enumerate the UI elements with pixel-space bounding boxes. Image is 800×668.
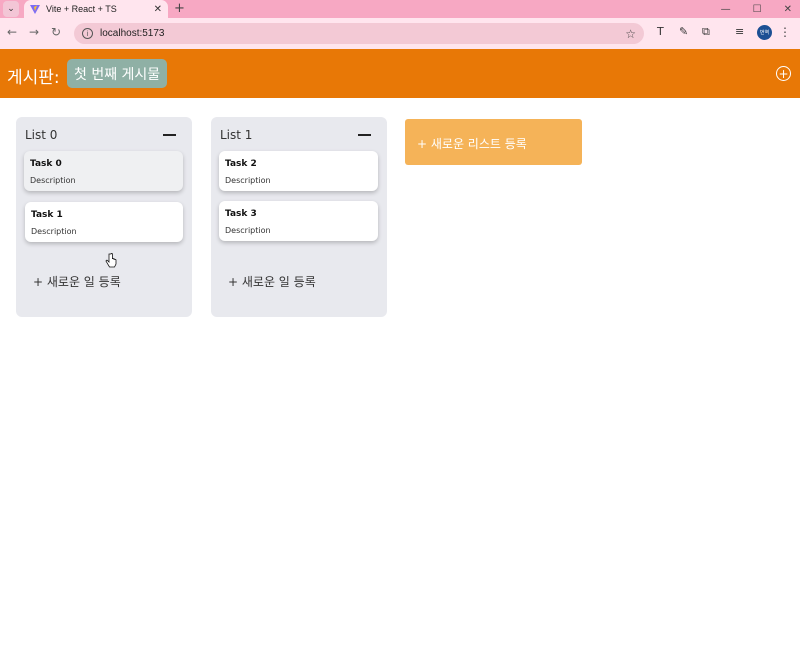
new-tab-button[interactable]: + bbox=[174, 1, 185, 16]
add-list-button[interactable]: + 새로운 리스트 등록 bbox=[405, 119, 582, 165]
task-description: Description bbox=[30, 176, 76, 185]
browser-titlebar: ⌄ Vite + React + TS ✕ + — ☐ ✕ bbox=[0, 0, 800, 18]
task-title: Task 3 bbox=[225, 209, 257, 219]
profile-avatar[interactable]: 번역 bbox=[757, 25, 772, 40]
task-description: Description bbox=[225, 176, 271, 185]
window-close-icon[interactable]: ✕ bbox=[784, 4, 792, 15]
task-card[interactable]: Task 1 Description bbox=[25, 202, 183, 242]
site-info-icon[interactable]: i bbox=[82, 28, 93, 39]
collapse-minus-icon[interactable] bbox=[163, 134, 176, 136]
add-task-button[interactable]: + 새로운 일 등록 bbox=[228, 273, 316, 290]
media-control-icon[interactable]: ≡ bbox=[735, 25, 744, 38]
reload-icon[interactable]: ↻ bbox=[51, 25, 61, 39]
browser-toolbar: ← → ↻ i localhost:5173 ☆ T ✎ ⧉ ≡ 번역 ⋮ bbox=[0, 18, 800, 49]
window-controls: — ☐ ✕ bbox=[721, 0, 792, 18]
bookmark-star-icon[interactable]: ☆ bbox=[625, 27, 636, 41]
list-title: List 0 bbox=[25, 128, 58, 142]
add-board-plus-icon[interactable]: + bbox=[776, 66, 791, 81]
menu-kebab-icon[interactable]: ⋮ bbox=[779, 25, 791, 39]
extensions-puzzle-icon[interactable]: ⧉ bbox=[702, 25, 710, 39]
vite-icon bbox=[30, 5, 40, 14]
address-bar[interactable]: i localhost:5173 ☆ bbox=[74, 23, 644, 44]
task-card[interactable]: Task 3 Description bbox=[219, 201, 378, 241]
hand-cursor-icon bbox=[105, 253, 117, 268]
app-header: 게시판: 첫 번째 게시물 + bbox=[0, 49, 800, 98]
browser-tab[interactable]: Vite + React + TS ✕ bbox=[24, 0, 168, 18]
task-description: Description bbox=[225, 226, 271, 235]
collapse-minus-icon[interactable] bbox=[358, 134, 371, 136]
tab-title: Vite + React + TS bbox=[46, 4, 117, 14]
task-card[interactable]: Task 0 Description bbox=[24, 151, 183, 191]
maximize-icon[interactable]: ☐ bbox=[753, 4, 762, 15]
translate-extension-icon[interactable]: T bbox=[657, 25, 664, 38]
pen-extension-icon[interactable]: ✎ bbox=[679, 25, 688, 38]
board-label: 게시판: bbox=[7, 68, 60, 88]
board-tab[interactable]: 첫 번째 게시물 bbox=[67, 59, 168, 88]
board: List 0 Task 0 Description Task 1 Descrip… bbox=[0, 98, 800, 668]
list-title: List 1 bbox=[220, 128, 253, 142]
url-text[interactable]: localhost:5173 bbox=[100, 28, 618, 39]
add-task-button[interactable]: + 새로운 일 등록 bbox=[33, 273, 121, 290]
task-title: Task 0 bbox=[30, 159, 62, 169]
list-1: List 1 Task 2 Description Task 3 Descrip… bbox=[211, 117, 387, 317]
task-title: Task 1 bbox=[31, 210, 63, 220]
list-0: List 0 Task 0 Description Task 1 Descrip… bbox=[16, 117, 192, 317]
task-description: Description bbox=[31, 227, 77, 236]
forward-icon[interactable]: → bbox=[29, 25, 39, 39]
task-card[interactable]: Task 2 Description bbox=[219, 151, 378, 191]
tab-close-icon[interactable]: ✕ bbox=[154, 4, 162, 15]
minimize-icon[interactable]: — bbox=[721, 4, 731, 15]
task-title: Task 2 bbox=[225, 159, 257, 169]
tab-search-icon[interactable]: ⌄ bbox=[3, 1, 19, 17]
back-icon[interactable]: ← bbox=[7, 25, 17, 39]
